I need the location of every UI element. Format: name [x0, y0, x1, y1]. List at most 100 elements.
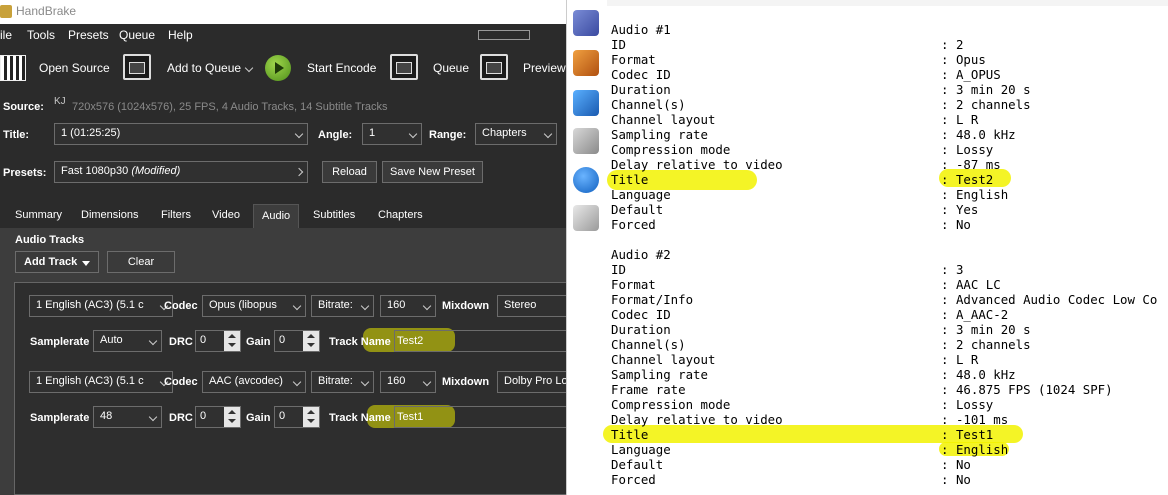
info-value-text: No — [955, 472, 971, 487]
info-value-text: A_AAC-2 — [955, 307, 1009, 322]
info-separator: : — [941, 202, 949, 217]
spin-down-icon[interactable] — [224, 341, 240, 351]
gain-stepper[interactable]: 0 — [274, 406, 320, 428]
mixdown-select[interactable]: Dolby Pro Lo — [497, 371, 568, 393]
samplerate-select[interactable]: Auto — [93, 330, 162, 352]
add-to-queue-button[interactable]: Add to Queue — [167, 61, 241, 75]
clapper-icon[interactable] — [0, 55, 26, 81]
info-value: : 46.875 FPS (1024 SPF) — [941, 382, 1113, 397]
chevron-down-icon — [292, 377, 302, 387]
chevron-down-icon — [148, 412, 158, 422]
spin-down-icon[interactable] — [303, 417, 319, 427]
clear-button[interactable]: Clear — [107, 251, 175, 273]
angle-select-value: 1 — [369, 127, 376, 139]
chevron-down-icon[interactable] — [244, 63, 254, 73]
info-row: Delay relative to video: -87 ms — [611, 157, 1001, 172]
menu-presets[interactable]: Presets — [68, 28, 109, 42]
tab-audio[interactable]: Audio — [253, 204, 300, 228]
queue-button[interactable]: Queue — [433, 61, 469, 75]
preview-button[interactable]: Preview — [523, 61, 566, 75]
spin-down-icon[interactable] — [303, 341, 319, 351]
tab-filters[interactable]: Filters — [161, 204, 191, 228]
preset-select[interactable]: Fast 1080p30 (Modified) — [54, 161, 308, 183]
mixdown-value: Dolby Pro Lo — [504, 375, 568, 387]
codec-select[interactable]: AAC (avcodec) — [202, 371, 306, 393]
import-icon[interactable] — [573, 90, 599, 116]
menu-help[interactable]: Help — [168, 28, 193, 42]
bitrate-mode-select[interactable]: Bitrate: — [311, 295, 374, 317]
mediainfo-window: Audio #1 ID: 2 Format: Opus Codec ID: A_OPU… — [566, 0, 1168, 495]
audio-track-list: 1 English (AC3) (5.1 c Codec Opus (libop… — [14, 282, 568, 495]
title-select[interactable]: 1 (01:25:25) — [54, 123, 308, 145]
queue-icon[interactable] — [390, 54, 418, 80]
info-value-text: AAC LC — [955, 277, 1001, 292]
bitrate-mode-select[interactable]: Bitrate: — [311, 371, 374, 393]
open-source-button[interactable]: Open Source — [39, 61, 110, 75]
track-source-select[interactable]: 1 English (AC3) (5.1 c — [29, 295, 173, 317]
angle-select[interactable]: 1 — [362, 123, 422, 145]
track-name-input[interactable]: Test1 — [394, 406, 568, 428]
spin-up-icon[interactable] — [303, 407, 319, 417]
drc-stepper[interactable]: 0 — [195, 330, 241, 352]
mixdown-select[interactable]: Stereo — [497, 295, 568, 317]
info-key: Default — [611, 202, 664, 217]
spin-up-icon[interactable] — [224, 331, 240, 341]
info-row: ID: 3 — [611, 262, 963, 277]
info-value: : L R — [941, 352, 978, 367]
tab-chapters[interactable]: Chapters — [378, 204, 423, 228]
copy-icon[interactable] — [573, 205, 599, 231]
bitrate-select[interactable]: 160 — [380, 295, 436, 317]
info-row: Frame rate: 46.875 FPS (1024 SPF) — [611, 382, 1113, 397]
info-value: : 3 — [941, 262, 963, 277]
spin-up-icon[interactable] — [303, 331, 319, 341]
menu-file[interactable]: ile — [0, 28, 12, 42]
codec-select[interactable]: Opus (libopus — [202, 295, 306, 317]
settings-icon[interactable] — [573, 128, 599, 154]
info-value-text: -101 ms — [955, 412, 1009, 427]
samplerate-select[interactable]: 48 — [93, 406, 162, 428]
info-row: ID: 2 — [611, 37, 963, 52]
info-value-text: Opus — [955, 52, 986, 67]
info-row: Format: Opus — [611, 52, 986, 67]
tab-video[interactable]: Video — [212, 204, 240, 228]
info-value: : 2 — [941, 37, 963, 52]
info-separator: : — [941, 352, 949, 367]
bitrate-select[interactable]: 160 — [380, 371, 436, 393]
sheet-view-icon[interactable] — [573, 50, 599, 76]
tab-summary[interactable]: Summary — [15, 204, 62, 228]
menu-tools[interactable]: Tools — [27, 28, 55, 42]
drc-value: 0 — [200, 410, 207, 422]
add-to-queue-icon[interactable] — [123, 54, 151, 80]
info-value-text: 48.0 kHz — [955, 127, 1016, 142]
chevron-down-icon — [148, 336, 158, 346]
chevron-down-icon — [294, 129, 304, 139]
codec-value: AAC (avcodec) — [209, 375, 283, 387]
angle-label: Angle: — [318, 129, 353, 141]
track-name-input[interactable]: Test2 — [394, 330, 568, 352]
chevron-down-icon — [422, 377, 432, 387]
info-value-text: 2 channels — [955, 97, 1031, 112]
drc-stepper[interactable]: 0 — [195, 406, 241, 428]
save-new-preset-button[interactable]: Save New Preset — [382, 161, 483, 183]
start-encode-button[interactable]: Start Encode — [307, 61, 376, 75]
info-separator: : — [941, 262, 949, 277]
range-select[interactable]: Chapters — [475, 123, 557, 145]
menu-queue[interactable]: Queue — [119, 28, 155, 42]
tab-subtitles[interactable]: Subtitles — [313, 204, 355, 228]
info-icon[interactable] — [573, 167, 599, 193]
gain-stepper[interactable]: 0 — [274, 330, 320, 352]
track-name-label: Track Name — [329, 336, 391, 348]
reload-button[interactable]: Reload — [322, 161, 377, 183]
audio-section-header: Audio #1 — [611, 22, 671, 37]
basic-view-icon[interactable] — [573, 10, 599, 36]
preview-icon[interactable] — [480, 54, 508, 80]
play-icon[interactable] — [265, 55, 291, 81]
info-separator: : — [941, 472, 949, 487]
info-separator: : — [941, 382, 949, 397]
spin-up-icon[interactable] — [224, 407, 240, 417]
info-value: : Advanced Audio Codec Low Co — [941, 292, 1157, 307]
track-source-select[interactable]: 1 English (AC3) (5.1 c — [29, 371, 173, 393]
tab-dimensions[interactable]: Dimensions — [81, 204, 138, 228]
spin-down-icon[interactable] — [224, 417, 240, 427]
add-track-button[interactable]: Add Track — [15, 251, 99, 273]
